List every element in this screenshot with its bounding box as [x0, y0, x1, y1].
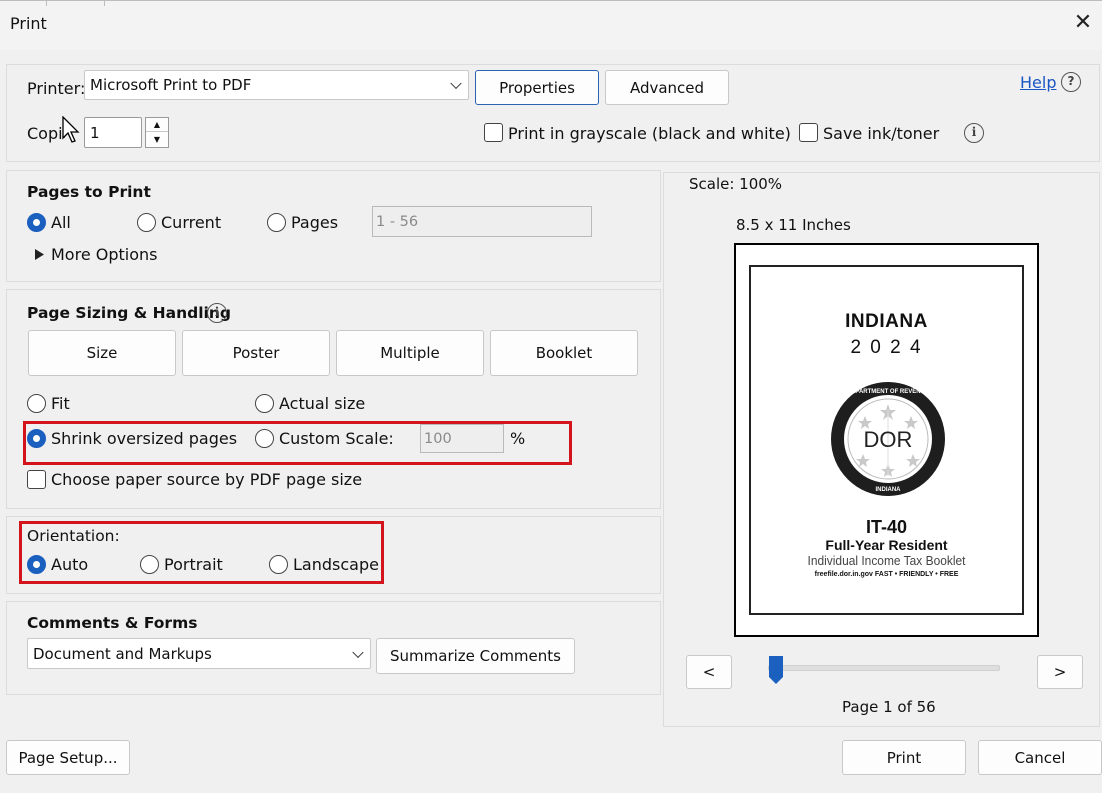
stepper-up-icon[interactable]: ▲ — [146, 118, 168, 132]
help-link[interactable]: Help — [1020, 73, 1056, 92]
properties-button[interactable]: Properties — [475, 70, 599, 105]
advanced-button[interactable]: Advanced — [605, 70, 729, 105]
copies-input[interactable]: 1 — [84, 117, 142, 148]
chevron-down-icon — [352, 646, 364, 658]
pages-range-input[interactable]: 1 - 56 — [372, 206, 592, 237]
tab-poster[interactable]: Poster — [182, 330, 330, 376]
page-slider-track[interactable] — [768, 665, 1000, 671]
tab-divider — [104, 1, 105, 6]
printer-label: Printer: — [27, 79, 86, 98]
custom-scale-radio[interactable] — [255, 429, 274, 448]
dialog-title: Print — [10, 14, 47, 33]
doc-state: INDIANA — [845, 311, 928, 332]
page-slider-thumb[interactable] — [768, 655, 784, 685]
print-button[interactable]: Print — [842, 740, 966, 775]
title-bar — [0, 0, 1102, 50]
paper-source-checkbox[interactable] — [27, 470, 46, 489]
scale-label: Scale: 100% — [689, 175, 783, 193]
expand-triangle-icon[interactable] — [35, 249, 44, 260]
landscape-label: Landscape — [293, 555, 379, 574]
seal-center-text: DOR — [864, 427, 913, 452]
paper-source-label: Choose paper source by PDF page size — [51, 470, 363, 489]
comments-forms-heading: Comments & Forms — [27, 614, 198, 632]
current-radio[interactable] — [137, 213, 156, 232]
percent-label: % — [510, 429, 526, 448]
help-icon[interactable]: ? — [1061, 72, 1081, 92]
summarize-comments-button[interactable]: Summarize Comments — [376, 638, 575, 674]
custom-scale-input[interactable]: 100 — [420, 424, 504, 453]
fit-label: Fit — [51, 394, 70, 413]
page-preview: INDIANA 2 0 2 4 DEPARTMENT OF REVENUE DO… — [734, 243, 1039, 637]
next-page-button[interactable]: > — [1037, 655, 1083, 689]
fit-radio[interactable] — [27, 394, 46, 413]
custom-scale-label: Custom Scale: — [279, 429, 394, 448]
current-label: Current — [161, 213, 222, 232]
all-radio[interactable] — [27, 213, 46, 232]
tab-multiple[interactable]: Multiple — [336, 330, 484, 376]
dor-seal-icon: DEPARTMENT OF REVENUE DOR INDIANA — [831, 382, 945, 496]
portrait-radio[interactable] — [140, 555, 159, 574]
tab-size[interactable]: Size — [28, 330, 176, 376]
cancel-button[interactable]: Cancel — [978, 740, 1102, 775]
grayscale-label: Print in grayscale (black and white) — [508, 124, 791, 143]
info-icon[interactable]: i — [207, 303, 227, 323]
portrait-label: Portrait — [164, 555, 223, 574]
page-sizing-heading: Page Sizing & Handling — [27, 304, 231, 322]
document-page: INDIANA 2 0 2 4 DEPARTMENT OF REVENUE DO… — [749, 265, 1024, 615]
more-options-toggle[interactable]: More Options — [51, 245, 157, 264]
comments-forms-value: Document and Markups — [33, 644, 212, 663]
save-ink-checkbox[interactable] — [799, 123, 818, 142]
grayscale-checkbox[interactable] — [484, 123, 503, 142]
orientation-heading: Orientation: — [27, 527, 120, 545]
doc-year: 2 0 2 4 — [850, 337, 923, 358]
printer-select[interactable]: Microsoft Print to PDF — [84, 70, 469, 100]
seal-top-text: DEPARTMENT OF REVENUE — [847, 389, 929, 395]
copies-label: Copies: — [27, 124, 65, 143]
all-label: All — [51, 213, 71, 232]
pages-to-print-heading: Pages to Print — [27, 183, 151, 201]
actual-size-radio[interactable] — [255, 394, 274, 413]
doc-form-description: Individual Income Tax Booklet — [807, 553, 966, 568]
page-setup-button[interactable]: Page Setup... — [6, 740, 130, 775]
page-indicator: Page 1 of 56 — [842, 698, 936, 716]
chevron-down-icon — [450, 77, 462, 90]
doc-form-number: IT-40 — [865, 517, 908, 537]
shrink-oversized-label: Shrink oversized pages — [51, 429, 238, 448]
copies-stepper[interactable]: ▲ ▼ — [145, 117, 169, 148]
auto-radio[interactable] — [27, 555, 46, 574]
landscape-radio[interactable] — [269, 555, 288, 574]
comments-forms-select[interactable]: Document and Markups — [27, 638, 371, 669]
close-icon[interactable]: ✕ — [1068, 8, 1098, 38]
tab-booklet[interactable]: Booklet — [490, 330, 638, 376]
shrink-oversized-radio[interactable] — [27, 429, 46, 448]
prev-page-button[interactable]: < — [686, 655, 732, 689]
save-ink-label: Save ink/toner — [823, 124, 940, 143]
seal-bottom-text: INDIANA — [876, 487, 902, 493]
pages-label: Pages — [291, 213, 339, 232]
stepper-down-icon[interactable]: ▼ — [146, 133, 168, 147]
info-icon[interactable]: i — [964, 123, 984, 143]
doc-tagline: freefile.dor.in.gov FAST • FRIENDLY • FR… — [814, 571, 959, 578]
auto-label: Auto — [51, 555, 89, 574]
printer-select-value: Microsoft Print to PDF — [90, 76, 252, 94]
tab-divider — [46, 1, 47, 6]
pages-radio[interactable] — [267, 213, 286, 232]
mouse-cursor-icon — [62, 116, 80, 143]
paper-size-label: 8.5 x 11 Inches — [736, 216, 851, 234]
doc-form-subtitle: Full-Year Resident — [825, 537, 948, 553]
actual-size-label: Actual size — [279, 394, 366, 413]
